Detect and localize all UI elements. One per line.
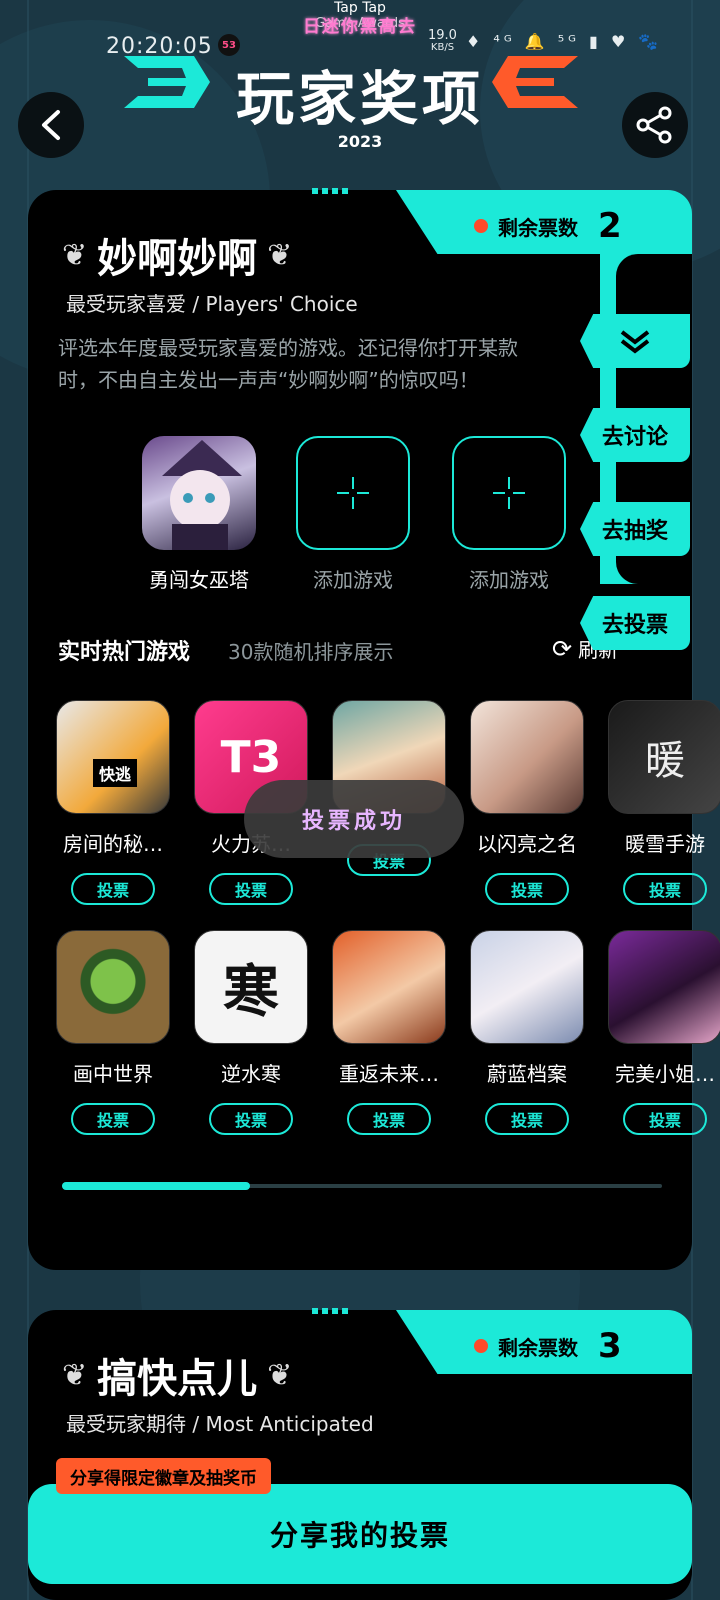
back-button[interactable] (18, 92, 84, 158)
category-title-text: 妙啊妙啊 (97, 236, 258, 282)
game-icon-room-secret: 快逃 (56, 700, 170, 814)
plus-icon (337, 477, 369, 509)
chevron-left-icon (42, 110, 60, 140)
game-icon-text: 快逃 (93, 759, 138, 787)
witch-game-icon (162, 440, 242, 550)
award-year: 2023 (337, 132, 383, 151)
game-name: 逆水寒 (221, 1062, 281, 1086)
collapse-button[interactable] (580, 314, 690, 368)
scrollbar-thumb[interactable] (62, 1182, 250, 1190)
votes-remaining-label-2: 剩余票数 (498, 1335, 578, 1360)
vote-success-toast: 投票成功 (244, 780, 464, 858)
page-title: 玩家奖项 (235, 65, 484, 133)
game-icon-warm-snow: 暖 (608, 700, 720, 814)
game-card[interactable]: 寒 逆水寒 投票 (186, 930, 316, 1135)
game-name: 以闪亮之名 (477, 832, 577, 856)
game-card[interactable]: 重返未来… 投票 (324, 930, 454, 1135)
game-card[interactable]: 快逃 房间的秘… 投票 (48, 700, 178, 905)
hot-games-title: 实时热门游戏 (58, 640, 191, 665)
add-game-slot-3[interactable] (452, 436, 566, 550)
game-icon-justice: 寒 (194, 930, 308, 1044)
votes-remaining: 剩余票数 2 (474, 206, 622, 246)
votes-remaining-2: 剩余票数 3 (474, 1326, 622, 1366)
category-description: 评选本年度最受玩家喜爱的游戏。还记得你打开某款 时，不由自主发出一声声“妙啊妙啊… (58, 332, 598, 396)
game-name: 暖雪手游 (625, 832, 705, 856)
game-icon-perfect-miss (608, 930, 720, 1044)
laurel-right-icon: ❦ (267, 1357, 293, 1393)
game-icon-world-in-painting (56, 930, 170, 1044)
vote-button[interactable]: 投票 (347, 1103, 431, 1135)
network-speed-value: 19.0 (428, 28, 457, 43)
game-card[interactable]: 以闪亮之名 投票 (462, 700, 592, 905)
lottery-button[interactable]: 去抽奖 (580, 502, 690, 556)
game-card[interactable]: 蔚蓝档案 投票 (462, 930, 592, 1135)
discuss-button[interactable]: 去讨论 (580, 408, 690, 462)
add-game-label-2: 添加游戏 (313, 568, 393, 592)
category-description-line-1: 评选本年度最受玩家喜爱的游戏。还记得你打开某款 (58, 336, 518, 360)
game-card[interactable]: 完美小姐… 投票 (600, 930, 720, 1135)
game-icon-reverse-1999 (332, 930, 446, 1044)
category-subtitle: 最受玩家喜爱 / Players' Choice (66, 292, 358, 316)
selected-game-label-1: 勇闯女巫塔 (149, 568, 249, 592)
laurel-left-icon: ❦ (62, 1357, 88, 1393)
laurel-right-icon: ❦ (267, 237, 293, 273)
alert-dot-icon (474, 1339, 488, 1353)
vote-button[interactable]: 投票 (71, 1103, 155, 1135)
game-name: 画中世界 (73, 1062, 153, 1086)
vote-button[interactable]: 投票 (209, 1103, 293, 1135)
horizontal-scrollbar[interactable] (62, 1182, 662, 1190)
votes-remaining-count-2: 3 (598, 1326, 622, 1366)
category-title: ❦ 妙啊妙啊 ❦ (62, 226, 292, 284)
vote-button[interactable]: 投票 (623, 873, 707, 905)
game-icon-shining-name (470, 700, 584, 814)
vote-button[interactable]: 投票 (71, 873, 155, 905)
game-name: 房间的秘… (63, 832, 163, 856)
vote-button[interactable]: 投票 (485, 1103, 569, 1135)
votes-remaining-count: 2 (598, 206, 622, 246)
category-subtitle-2: 最受玩家期待 / Most Anticipated (66, 1412, 374, 1436)
hot-games-hint: 30款随机排序展示 (228, 640, 394, 664)
game-name: 重返未来… (339, 1062, 439, 1086)
logo-right-icon (492, 56, 578, 108)
share-icon-button[interactable] (622, 92, 688, 158)
game-card[interactable]: 画中世界 投票 (48, 930, 178, 1135)
network-speed: 19.0 KB/S (428, 28, 457, 54)
double-chevron-down-icon (620, 330, 650, 354)
card-notch-dots-2 (312, 1308, 352, 1314)
plus-icon (493, 477, 525, 509)
game-name: 蔚蓝档案 (487, 1062, 567, 1086)
category-description-line-2: 时，不由自主发出一声声“妙啊妙啊”的惊叹吗！ (58, 368, 479, 392)
card-notch-dots (312, 188, 352, 194)
laurel-left-icon: ❦ (62, 237, 88, 273)
share-icon (636, 106, 672, 144)
share-reward-tag: 分享得限定徽章及抽奖币 (56, 1458, 271, 1494)
game-icon-blue-archive (470, 930, 584, 1044)
vote-button[interactable]: 投票 (485, 873, 569, 905)
add-game-label-3: 添加游戏 (469, 568, 549, 592)
vote-button[interactable]: 投票 (209, 873, 293, 905)
add-game-slot-2[interactable] (296, 436, 410, 550)
go-vote-button[interactable]: 去投票 (580, 596, 690, 650)
game-card[interactable]: 暖 暖雪手游 投票 (600, 700, 720, 905)
alert-dot-icon (474, 219, 488, 233)
category-title-text-2: 搞快点儿 (97, 1356, 258, 1402)
game-name: 完美小姐… (615, 1062, 715, 1086)
selected-game-slot-1[interactable] (142, 436, 256, 550)
vote-button[interactable]: 投票 (623, 1103, 707, 1135)
share-my-vote-button[interactable]: 分享我的投票 (28, 1484, 692, 1584)
category-title-2: ❦ 搞快点儿 ❦ (62, 1346, 292, 1404)
votes-remaining-label: 剩余票数 (498, 215, 578, 240)
refresh-icon: ⟳ (552, 634, 573, 663)
status-icons: ♦ ⁴ᴳ 🔔 ⁵ᴳ ▮ ♥ 🐾 (466, 32, 663, 51)
